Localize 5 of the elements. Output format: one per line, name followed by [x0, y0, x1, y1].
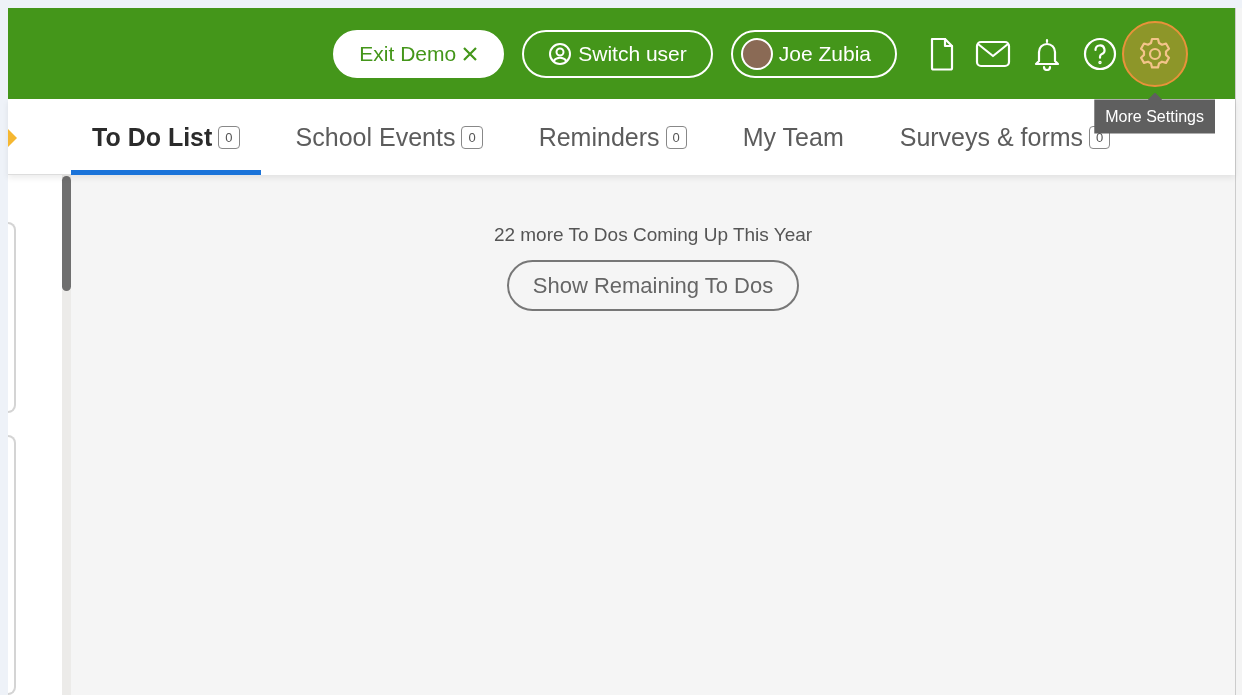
count-badge: 0: [665, 125, 687, 149]
tooltip: More Settings: [1094, 92, 1215, 134]
count-badge: 0: [218, 125, 240, 149]
count-badge: 0: [461, 125, 483, 149]
upcoming-message: 22 more To Dos Coming Up This Year: [493, 224, 813, 246]
